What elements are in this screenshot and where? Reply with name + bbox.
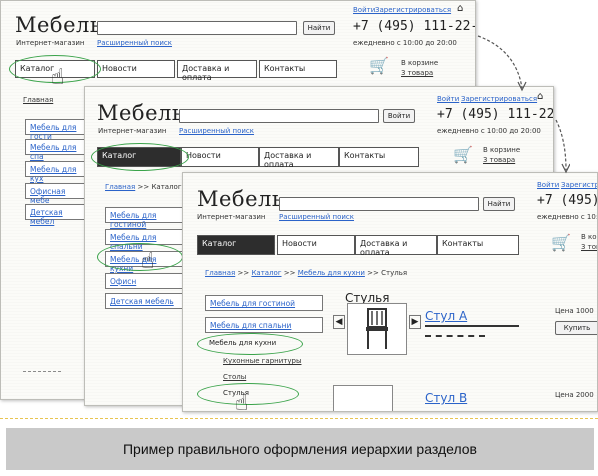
site-subtitle: Интернет-магазин (98, 127, 167, 135)
tab-catalog[interactable]: Каталог (197, 235, 275, 255)
product-image-b[interactable] (333, 385, 393, 411)
phone-number: +7 (495) 111-22-33 (537, 193, 598, 208)
product-b-title[interactable]: Стул В (425, 391, 467, 405)
product-a-price: Цена 1000 (555, 307, 594, 315)
search-button[interactable]: Войти (383, 109, 415, 123)
search-input[interactable] (279, 197, 479, 211)
footer-line (23, 371, 61, 372)
product-a-title[interactable]: Стул А (425, 309, 467, 323)
tab-news[interactable]: Новости (181, 147, 259, 167)
breadcrumb: Главная >> Каталог >> Мебель для кухни >… (205, 269, 407, 277)
flow-arrows (477, 35, 570, 174)
cart-icon[interactable]: 🛒 (551, 233, 571, 252)
chair-icon (366, 308, 388, 349)
subcategory-kitchen-sets[interactable]: Кухонные гарнитуры (223, 357, 301, 365)
advanced-search-link[interactable]: Расширенный поиск (179, 127, 254, 135)
prev-arrow-icon[interactable]: ◀ (333, 315, 345, 329)
phone-number: +7 (495) 111-22-33 (353, 19, 475, 34)
login-link[interactable]: Войти (437, 95, 459, 103)
next-arrow-icon[interactable]: ▶ (409, 315, 421, 329)
tab-news[interactable]: Новости (97, 60, 175, 78)
divider-line (0, 418, 598, 419)
search-input[interactable] (179, 109, 379, 123)
pointer-hand-icon: ☝ (51, 65, 65, 90)
advanced-search-link[interactable]: Расширенный поиск (97, 39, 172, 47)
breadcrumb-home[interactable]: Главная (23, 96, 53, 104)
product-b-price: Цена 2000 (555, 391, 594, 399)
product-a-description-line (425, 325, 519, 327)
pointer-hand-icon: ☝ (141, 249, 155, 274)
breadcrumb-kitchen[interactable]: Мебель для кухни (298, 269, 365, 277)
sidebar-item-office[interactable]: Офисн (105, 273, 183, 289)
tab-contacts[interactable]: Контакты (339, 147, 419, 167)
subcategory-tables[interactable]: Столы (223, 373, 246, 381)
sidebar-item-kids[interactable]: Детская мебель (105, 293, 183, 309)
sidebar-item-bedroom[interactable]: Мебель для спальни (205, 317, 323, 333)
breadcrumb-sep-1: >> (237, 269, 250, 277)
sidebar-item-office[interactable]: Офисная мебе (25, 183, 85, 205)
highlight-ellipse (91, 143, 189, 171)
site-logo[interactable]: Мебель (15, 13, 102, 37)
site-logo[interactable]: Мебель (97, 101, 184, 125)
breadcrumb-sep-3: >> (367, 269, 379, 277)
breadcrumb-sep-2: >> (283, 269, 296, 277)
wireframe-level-3: Мебель Интернет-магазин Найти Расширенны… (182, 172, 598, 412)
cart-icon[interactable]: 🛒 (369, 56, 389, 75)
breadcrumb-catalog[interactable]: Каталог (251, 269, 281, 277)
home-icon[interactable]: ⌂ (457, 3, 463, 14)
sidebar-item-bedroom[interactable]: Мебель для спа (25, 139, 85, 161)
tab-delivery[interactable]: Доставка и оплата (177, 60, 257, 82)
highlight-ellipse (197, 333, 303, 355)
search-input[interactable] (97, 21, 297, 35)
search-button[interactable]: Найти (483, 197, 515, 211)
tab-news[interactable]: Новости (277, 235, 355, 255)
advanced-search-link[interactable]: Расширенный поиск (279, 213, 354, 221)
site-subtitle: Интернет-магазин (197, 213, 266, 221)
cart-label: В корзине (401, 59, 439, 67)
breadcrumb-sep: >> (137, 183, 150, 191)
tab-contacts[interactable]: Контакты (437, 235, 519, 255)
sidebar-item-living[interactable]: Мебель для гостиной (205, 295, 323, 311)
sidebar-item-living[interactable]: Мебель для гостиной (105, 207, 183, 229)
caption-text: Пример правильного оформления иерархии р… (122, 441, 477, 457)
buy-button[interactable]: Купить (555, 321, 597, 335)
cart-count-link[interactable]: 3 товара (581, 243, 597, 251)
sidebar-item-kids[interactable]: Детская мебел (25, 204, 85, 226)
breadcrumb-current: Стулья (381, 269, 408, 277)
breadcrumb-home[interactable]: Главная (205, 269, 235, 277)
register-link[interactable]: Зарегистрироваться (375, 6, 451, 14)
highlight-ellipse (97, 243, 183, 271)
tab-delivery[interactable]: Доставка и оплата (259, 147, 339, 169)
pointer-hand-icon: ☝ (235, 391, 249, 412)
cart-count-link[interactable]: 3 товара (401, 69, 433, 77)
product-a-description-line-2 (425, 335, 485, 337)
cart-label: В корзине (581, 233, 597, 241)
product-image-chair[interactable] (347, 303, 407, 355)
tab-contacts[interactable]: Контакты (259, 60, 337, 78)
site-logo[interactable]: Мебель (197, 187, 284, 211)
tab-delivery[interactable]: Доставка и оплата (355, 235, 437, 257)
breadcrumb-catalog: Каталог (151, 183, 182, 191)
work-hours: ежедневно с 10:00 до 20:00 (537, 213, 598, 221)
work-hours: ежедневно с 10:00 до 20:00 (353, 39, 457, 47)
search-button[interactable]: Найти (303, 21, 335, 35)
site-subtitle: Интернет-магазин (16, 39, 85, 47)
sidebar-item-kitchen[interactable]: Мебель для кух (25, 161, 85, 183)
breadcrumb: Главная >> Каталог (105, 183, 182, 191)
caption-bar: Пример правильного оформления иерархии р… (6, 428, 594, 470)
login-link[interactable]: Войти (353, 6, 375, 14)
sidebar-item-living[interactable]: Мебель для гости (25, 119, 85, 141)
breadcrumb-home[interactable]: Главная (105, 183, 135, 191)
